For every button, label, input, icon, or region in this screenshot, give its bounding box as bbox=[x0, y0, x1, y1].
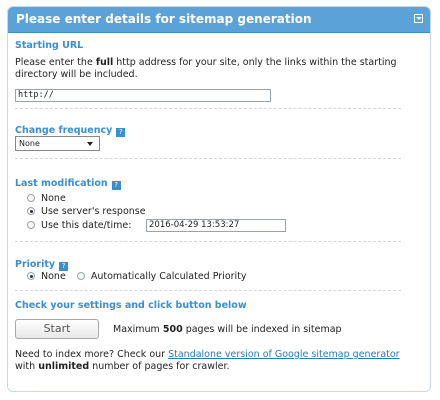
option-label: None bbox=[41, 193, 66, 204]
change-frequency-section: Change frequency? bbox=[15, 118, 405, 137]
max-pages-text: Maximum 500 pages will be indexed in sit… bbox=[113, 324, 440, 336]
priority-title: Priority bbox=[15, 259, 56, 270]
panel-header: Please enter details for sitemap generat… bbox=[8, 7, 430, 33]
option-label: Automatically Calculated Priority bbox=[90, 271, 247, 282]
option-label: Use server's response bbox=[41, 206, 146, 217]
collapse-icon[interactable] bbox=[414, 14, 423, 23]
change-frequency-select[interactable]: None bbox=[15, 136, 100, 151]
divider bbox=[15, 290, 401, 291]
help-icon[interactable]: ? bbox=[59, 262, 69, 271]
index-more-text: Need to index more? Check our Standalone… bbox=[15, 349, 405, 373]
radio-icon[interactable] bbox=[76, 272, 85, 280]
desc-bold: full bbox=[95, 57, 114, 68]
help-icon[interactable]: ? bbox=[116, 128, 126, 137]
check-title: Check your settings and click button bel… bbox=[15, 300, 247, 311]
more-text-3: number of pages for crawler. bbox=[89, 361, 230, 372]
divider bbox=[15, 241, 401, 242]
max-bold: 500 bbox=[162, 324, 183, 335]
desc-text: Please enter the bbox=[15, 57, 96, 68]
divider bbox=[15, 108, 401, 109]
starting-url-input[interactable]: http:// bbox=[15, 89, 271, 102]
lastmod-option-server[interactable]: Use server's response bbox=[27, 206, 417, 218]
radio-checked-icon[interactable] bbox=[27, 207, 35, 215]
radio-icon[interactable] bbox=[27, 221, 35, 229]
help-icon[interactable]: ? bbox=[111, 181, 121, 190]
radio-icon[interactable] bbox=[27, 194, 35, 202]
max-text-2: pages will be indexed in sitemap bbox=[182, 324, 342, 335]
desc-text-3: directory will be included. bbox=[15, 69, 138, 80]
last-modification-section: Last modification? bbox=[15, 171, 405, 190]
divider bbox=[15, 158, 401, 159]
start-button[interactable]: Start bbox=[15, 319, 99, 339]
option-label: None bbox=[41, 271, 66, 282]
starting-url-description: Please enter the full http address for y… bbox=[15, 57, 405, 81]
max-text: Maximum bbox=[113, 324, 163, 335]
desc-text-2: http address for your site, only the lin… bbox=[113, 57, 397, 68]
lastmod-option-none[interactable]: None bbox=[27, 193, 417, 205]
check-section: Check your settings and click button bel… bbox=[15, 300, 405, 311]
priority-options: None Automatically Calculated Priority bbox=[27, 271, 417, 283]
change-frequency-title: Change frequency bbox=[15, 125, 113, 136]
starting-url-title: Starting URL bbox=[15, 40, 84, 51]
more-bold: unlimited bbox=[38, 361, 90, 372]
more-text: Need to index more? Check our bbox=[15, 349, 169, 360]
standalone-version-link[interactable]: Standalone version of Google sitemap gen… bbox=[168, 349, 400, 360]
priority-section: Priority? bbox=[15, 252, 405, 271]
starting-url-section: Starting URL bbox=[15, 40, 405, 51]
more-text-2: with bbox=[15, 361, 39, 372]
radio-checked-icon[interactable] bbox=[27, 272, 35, 280]
option-label: Use this date/time: bbox=[41, 220, 132, 231]
last-modification-title: Last modification bbox=[15, 178, 108, 189]
datetime-input[interactable]: 2016-04-29 13:53:27 bbox=[146, 219, 286, 232]
select-value: None bbox=[19, 139, 40, 148]
panel-title: Please enter details for sitemap generat… bbox=[16, 12, 312, 26]
